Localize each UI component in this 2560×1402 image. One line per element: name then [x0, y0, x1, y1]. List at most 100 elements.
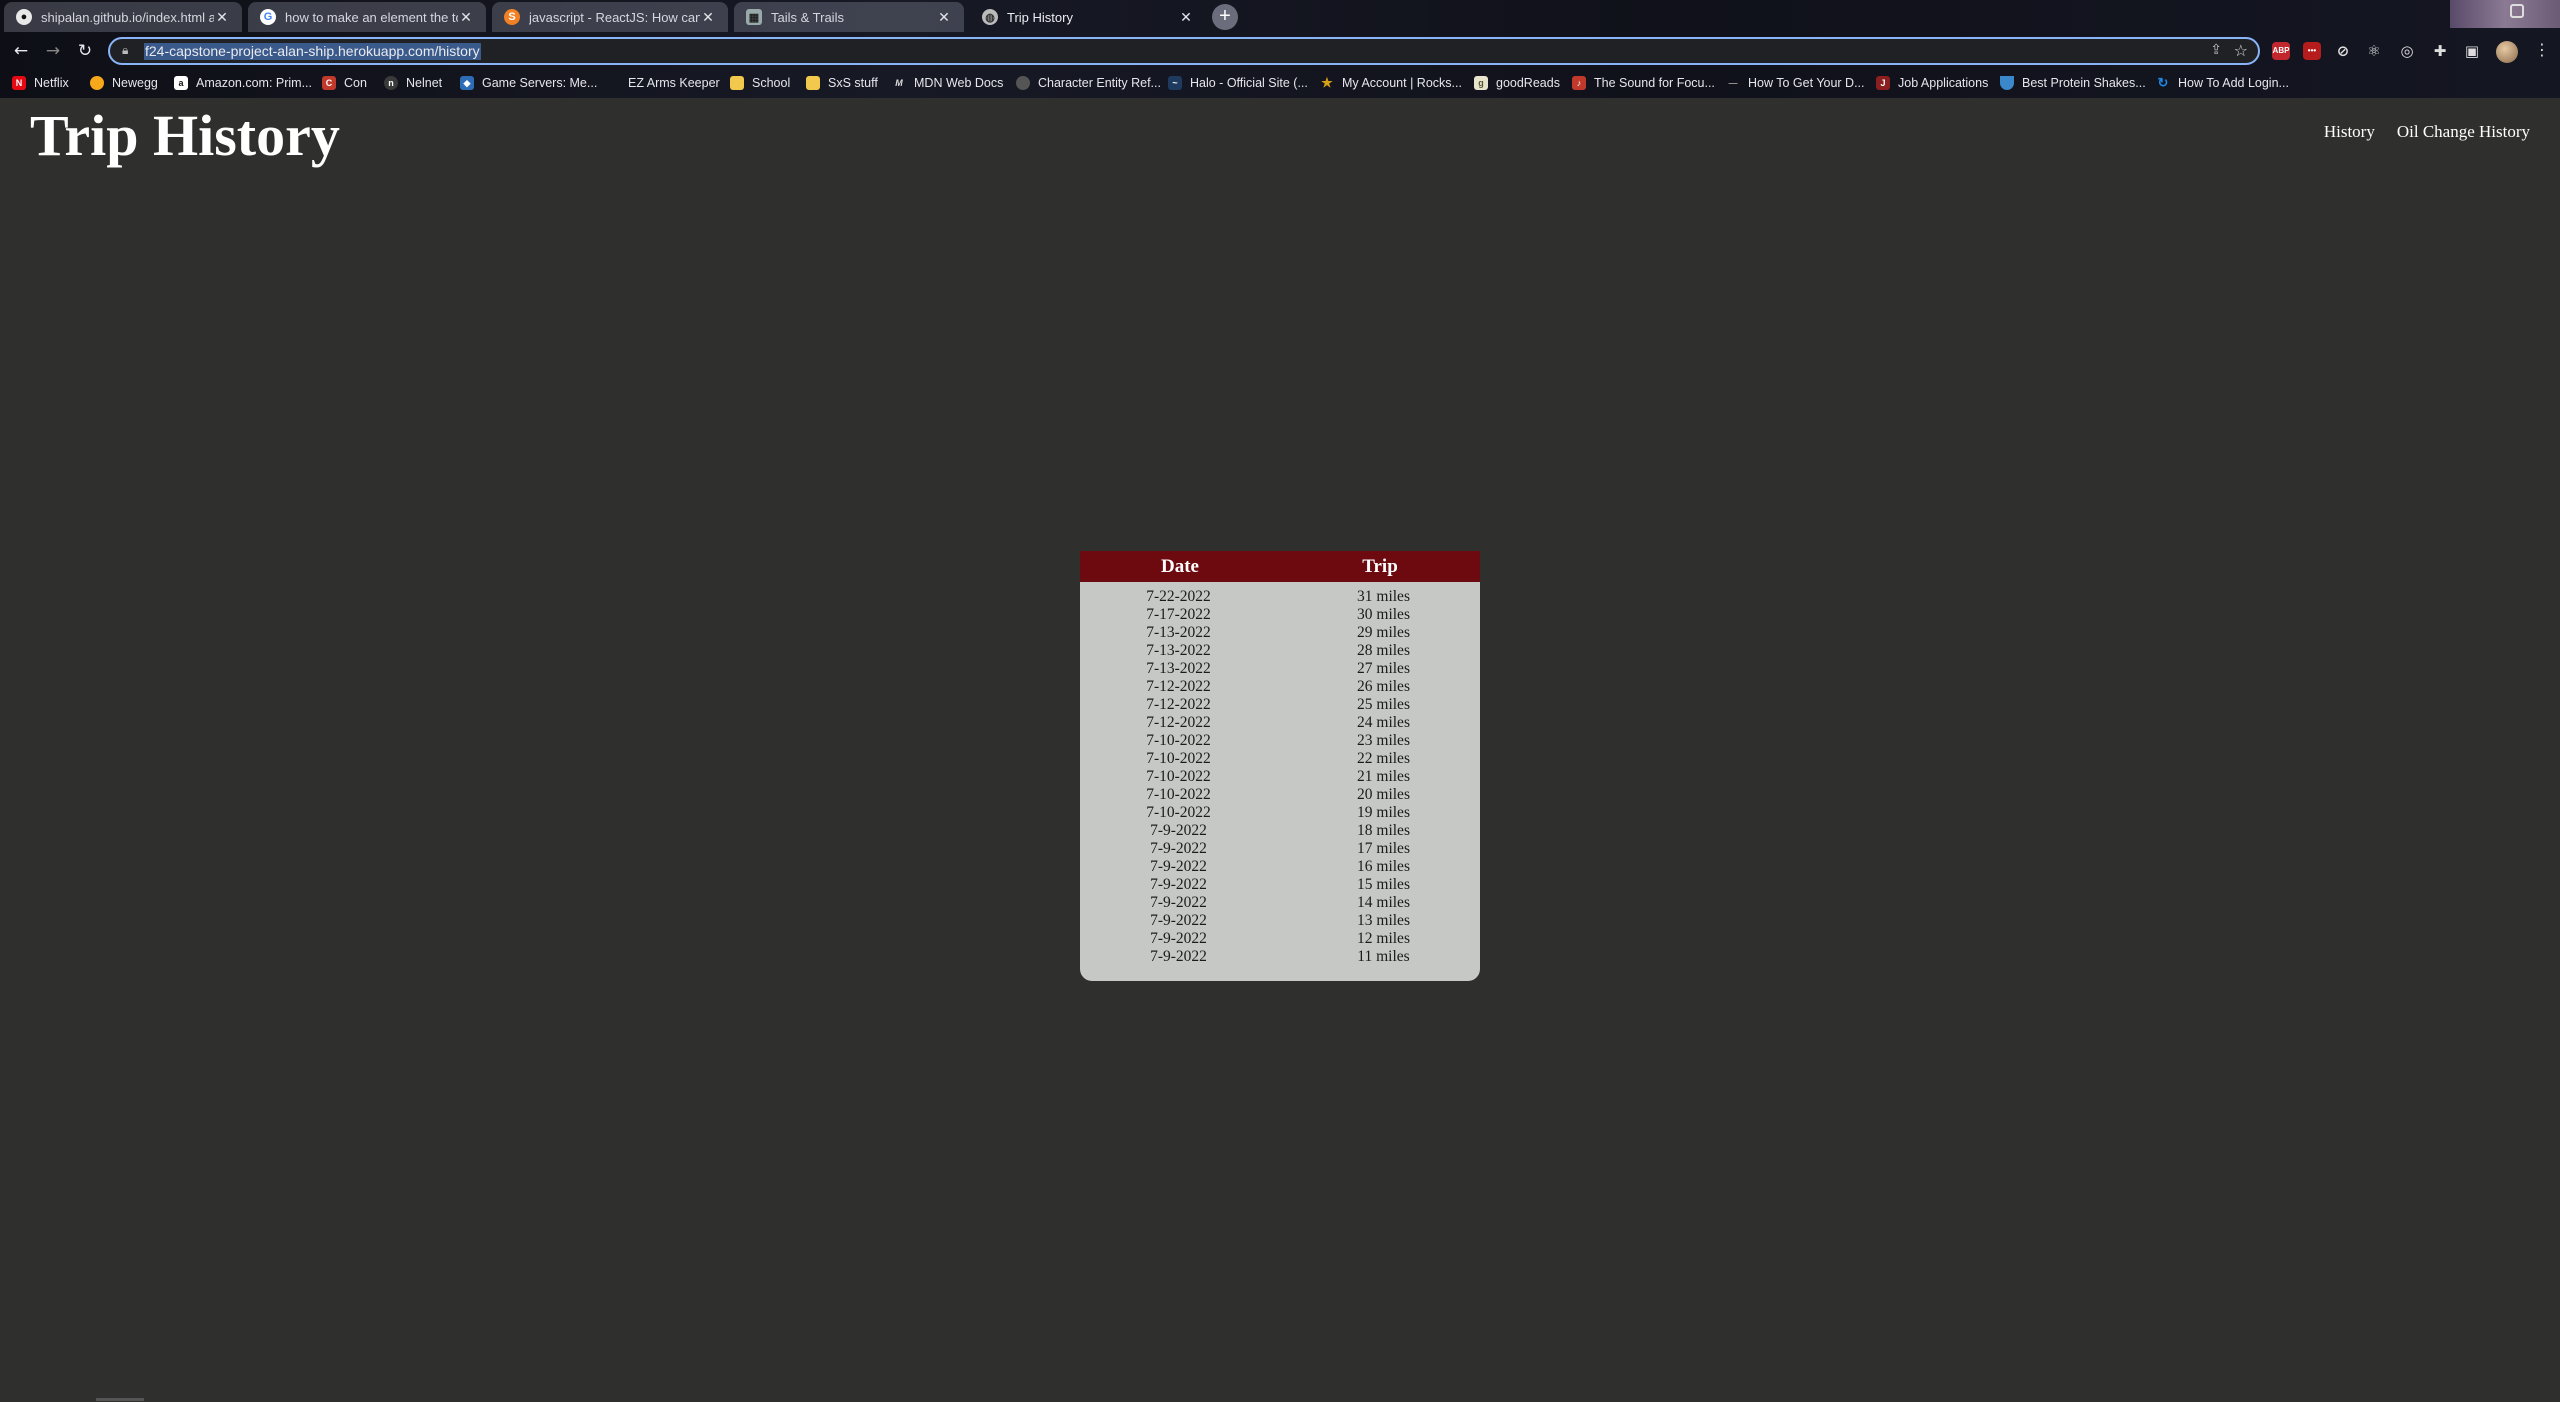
trip-cell: 12 miles [1357, 930, 1410, 947]
close-icon[interactable]: ✕ [936, 9, 952, 26]
date-cell: 7-13-2022 [1146, 624, 1211, 641]
date-cell: 7-9-2022 [1150, 822, 1207, 839]
extensions-puzzle-icon[interactable]: ✚ [2431, 42, 2449, 60]
lock-icon[interactable]: 🔒︎ [122, 43, 128, 58]
server-icon: ◆ [460, 76, 474, 90]
table-row: 7-12-2022 25 miles [1080, 696, 1480, 714]
sidepanel-icon[interactable]: ▣ [2463, 42, 2481, 60]
date-cell: 7-9-2022 [1150, 858, 1207, 875]
close-icon[interactable]: ✕ [1178, 9, 1194, 26]
bookmark-con[interactable]: C Con [322, 74, 367, 92]
reload-icon[interactable]: ↻ [74, 40, 96, 62]
bookmark-job-applications[interactable]: J Job Applications [1876, 74, 1988, 92]
tab-tails-trails[interactable]: ▦ Tails & Trails ✕ [734, 2, 964, 32]
nelnet-icon: n [384, 76, 398, 90]
bookmark-school[interactable]: School [730, 74, 790, 92]
nav-link-oil-change-history[interactable]: Oil Change History [2397, 122, 2530, 142]
compass-extension-icon[interactable]: ⊘ [2334, 42, 2352, 60]
new-tab-button[interactable]: + [1212, 4, 1238, 30]
date-cell: 7-13-2022 [1146, 642, 1211, 659]
restore-icon[interactable] [2510, 4, 2524, 18]
date-cell: 7-10-2022 [1146, 732, 1211, 749]
mdn-icon: M [895, 78, 903, 88]
forward-icon[interactable]: → [42, 40, 64, 62]
table-row: 7-9-2022 17 miles [1080, 840, 1480, 858]
bookmark-sound-focus[interactable]: ♪ The Sound for Focu... [1572, 74, 1715, 92]
tab-google[interactable]: G how to make an element the to... ✕ [248, 2, 486, 32]
table-row: 7-22-2022 31 miles [1080, 588, 1480, 606]
netflix-icon: N [12, 76, 26, 90]
date-cell: 7-12-2022 [1146, 678, 1211, 695]
bookmark-character-entity[interactable]: Character Entity Ref... [1016, 74, 1161, 92]
site-nav: History Oil Change History [2324, 122, 2530, 142]
bookmark-netflix[interactable]: N Netflix [12, 74, 69, 92]
url-text[interactable]: f24-capstone-project-alan-ship.herokuapp… [144, 43, 481, 60]
tab-trip-history[interactable]: ◍ Trip History ✕ [970, 2, 1206, 32]
profile-avatar[interactable] [2496, 41, 2518, 63]
lastpass-extension-icon[interactable]: ••• [2303, 42, 2321, 60]
date-cell: 7-10-2022 [1146, 768, 1211, 785]
bookmark-add-login[interactable]: ↻ How To Add Login... [2156, 74, 2289, 92]
bookmark-rocks[interactable]: ★ My Account | Rocks... [1320, 74, 1462, 92]
table-row: 7-9-2022 11 miles [1080, 948, 1480, 966]
bookmark-halo[interactable]: ~ Halo - Official Site (... [1168, 74, 1308, 92]
globe-icon: ◍ [982, 9, 998, 25]
table-row: 7-13-2022 28 miles [1080, 642, 1480, 660]
tab-github[interactable]: ● shipalan.github.io/index.html at... ✕ [4, 2, 242, 32]
tab-strip: ● shipalan.github.io/index.html at... ✕ … [0, 0, 2560, 34]
trip-history-table: Date Trip 7-22-2022 31 miles 7-17-2022 30 m… [1080, 551, 1480, 981]
close-icon[interactable]: ✕ [700, 9, 716, 26]
trip-cell: 21 miles [1357, 768, 1410, 785]
bookmark-label: Game Servers: Me... [482, 76, 598, 90]
table-row: 7-10-2022 23 miles [1080, 732, 1480, 750]
window-controls [2450, 0, 2560, 28]
bookmark-amazon[interactable]: a Amazon.com: Prim... [174, 74, 312, 92]
tab-stackoverflow[interactable]: S javascript - ReactJS: How can I ti... … [492, 2, 728, 32]
bookmark-newegg[interactable]: Newegg [90, 74, 158, 92]
circle-extension-icon[interactable]: ◎ [2398, 42, 2416, 60]
adblock-extension-icon[interactable]: ABP [2272, 42, 2290, 60]
bookmark-label: Newegg [112, 76, 158, 90]
menu-kebab-icon[interactable]: ⋮ [2534, 40, 2550, 59]
back-icon[interactable]: ← [10, 40, 32, 62]
trip-cell: 19 miles [1357, 804, 1410, 821]
globe-icon [1016, 76, 1030, 90]
bookmark-ez-arms[interactable]: EZ Arms Keeper [606, 74, 720, 92]
trip-cell: 29 miles [1357, 624, 1410, 641]
bookmark-game-servers[interactable]: ◆ Game Servers: Me... [460, 74, 597, 92]
date-cell: 7-12-2022 [1146, 714, 1211, 731]
react-extension-icon[interactable]: ⚛ [2365, 42, 2383, 60]
bookmark-nelnet[interactable]: n Nelnet [384, 74, 442, 92]
tab-label: javascript - ReactJS: How can I ti... [529, 9, 700, 25]
trip-cell: 26 miles [1357, 678, 1410, 695]
bookmark-star-icon[interactable]: ☆ [2234, 41, 2248, 60]
bookmark-goodreads[interactable]: g goodReads [1474, 74, 1560, 92]
bookmark-sxs[interactable]: SxS stuff [806, 74, 878, 92]
bookmark-label: MDN Web Docs [914, 76, 1004, 90]
horizontal-scrollbar[interactable] [96, 1398, 144, 1401]
table-row: 7-9-2022 15 miles [1080, 876, 1480, 894]
address-bar[interactable]: 🔒︎ f24-capstone-project-alan-ship.heroku… [108, 37, 2260, 65]
tab-label: Trip History [1007, 9, 1073, 25]
date-cell: 7-10-2022 [1146, 804, 1211, 821]
newegg-icon [90, 76, 104, 90]
job-icon: J [1876, 76, 1890, 90]
date-cell: 7-9-2022 [1150, 840, 1207, 857]
table-row: 7-12-2022 26 miles [1080, 678, 1480, 696]
nav-link-history[interactable]: History [2324, 122, 2375, 142]
bookmark-protein-shakes[interactable]: Best Protein Shakes... [2000, 74, 2146, 92]
folder-icon [806, 76, 820, 90]
bookmark-mdn[interactable]: M MDN Web Docs [892, 74, 1003, 92]
trip-cell: 20 miles [1357, 786, 1410, 803]
bookmark-label: EZ Arms Keeper [628, 76, 720, 90]
table-row: 7-10-2022 20 miles [1080, 786, 1480, 804]
table-row: 7-9-2022 16 miles [1080, 858, 1480, 876]
share-icon[interactable]: ⇪ [2210, 42, 2222, 58]
close-icon[interactable]: ✕ [214, 9, 230, 26]
trip-cell: 13 miles [1357, 912, 1410, 929]
bookmark-how-to-get[interactable]: — How To Get Your D... [1726, 74, 1865, 92]
date-cell: 7-13-2022 [1146, 660, 1211, 677]
close-icon[interactable]: ✕ [458, 9, 474, 26]
bookmark-label: How To Get Your D... [1748, 76, 1865, 90]
browser-toolbar: ← → ↻ 🔒︎ f24-capstone-project-alan-ship.… [0, 34, 2560, 68]
